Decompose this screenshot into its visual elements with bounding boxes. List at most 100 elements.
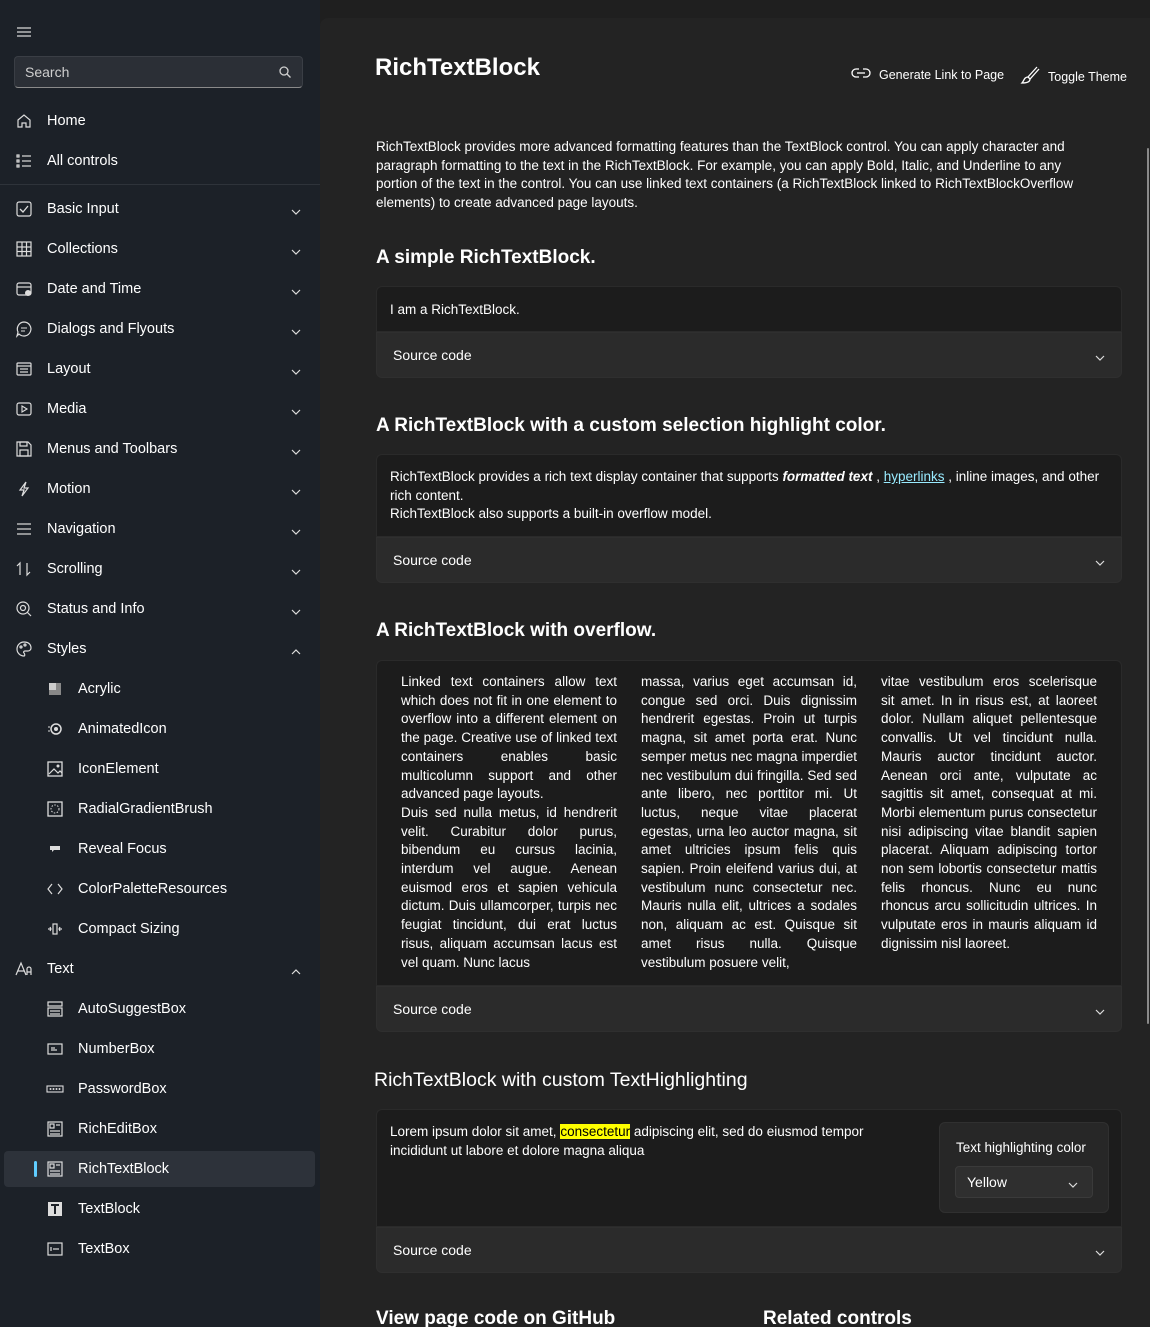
text-run: RichTextBlock also supports a built-in o… (390, 506, 712, 521)
sidebar-item-label: Dialogs and Flyouts (47, 321, 175, 337)
chevron-up-icon (291, 964, 301, 975)
selection-example-panel: RichTextBlock provides a rich text displ… (376, 454, 1122, 537)
sidebar-item-iconelement[interactable]: IconElement (4, 751, 315, 787)
sidebar-item-label: TextBox (78, 1241, 130, 1257)
sidebar-item-dialogs-and-flyouts[interactable]: Dialogs and Flyouts (4, 311, 315, 347)
sidebar-item-colorpaletteresources[interactable]: ColorPaletteResources (4, 871, 315, 907)
sidebar-item-label: All controls (47, 153, 118, 169)
hyperlink[interactable]: hyperlinks (884, 469, 945, 484)
source-code-expander[interactable]: Source code (376, 537, 1122, 583)
sidebar-item-reveal-focus[interactable]: Reveal Focus (4, 831, 315, 867)
sidebar-item-radialgradientbrush[interactable]: RadialGradientBrush (4, 791, 315, 827)
font-icon (15, 960, 33, 978)
source-code-expander[interactable]: Source code (376, 332, 1122, 378)
generate-link-button[interactable]: Generate Link to Page (851, 66, 1004, 83)
sidebar-item-menus-and-toolbars[interactable]: Menus and Toolbars (4, 431, 315, 467)
selection-richtextblock[interactable]: RichTextBlock provides a rich text displ… (390, 468, 1100, 524)
sidebar-item-basic-input[interactable]: Basic Input (4, 191, 315, 227)
sidebar-item-label: Compact Sizing (78, 921, 180, 937)
simple-richtextblock: I am a RichTextBlock. (390, 302, 520, 317)
sidebar-item-text[interactable]: Text (4, 951, 315, 987)
sidebar-divider (0, 184, 320, 185)
sidebar-item-all-controls[interactable]: All controls (4, 143, 315, 179)
chevron-down-icon (1095, 1004, 1105, 1015)
checkbox-icon (15, 200, 33, 218)
combobox-value: Yellow (967, 1174, 1007, 1190)
overflow-paragraph: Duis sed nulla metus, id hendrerit velit… (401, 804, 617, 970)
search-box[interactable]: Search (14, 56, 303, 88)
text-run: RichTextBlock provides a rich text displ… (390, 469, 783, 484)
sidebar-item-numberbox[interactable]: NumberBox (4, 1031, 315, 1067)
options-panel: Text highlighting color Yellow (939, 1122, 1109, 1213)
sidebar-item-label: Styles (47, 641, 87, 657)
sidebar-item-status-and-info[interactable]: Status and Info (4, 591, 315, 627)
sidebar-item-label: PasswordBox (78, 1081, 167, 1097)
sidebar-item-date-and-time[interactable]: Date and Time (4, 271, 315, 307)
hamburger-menu-icon[interactable] (14, 24, 34, 40)
search-input[interactable]: Search (25, 64, 278, 80)
sidebar-item-compact-sizing[interactable]: Compact Sizing (4, 911, 315, 947)
sidebar-item-animatedicon[interactable]: AnimatedIcon (4, 711, 315, 747)
sidebar-item-label: Collections (47, 241, 118, 257)
source-code-expander[interactable]: Source code (376, 986, 1122, 1032)
palette-icon (15, 640, 33, 658)
sidebar-item-textblock[interactable]: TextBlock (4, 1191, 315, 1227)
richtextblock-column: Linked text containers allow text which … (401, 673, 617, 972)
chevron-down-icon (1068, 1177, 1078, 1188)
simple-example-panel: I am a RichTextBlock. (376, 286, 1122, 332)
sidebar-item-layout[interactable]: Layout (4, 351, 315, 387)
sidebar-item-motion[interactable]: Motion (4, 471, 315, 507)
compact-icon (46, 920, 64, 938)
source-code-expander[interactable]: Source code (376, 1227, 1122, 1273)
sidebar-item-label: Motion (47, 481, 91, 497)
overflow-column: vitae vestibulum eros scelerisque sit am… (881, 674, 1097, 951)
sidebar-item-label: Reveal Focus (78, 841, 167, 857)
chevron-down-icon (291, 484, 301, 495)
gradient-icon (46, 800, 64, 818)
sidebar-item-richtextblock[interactable]: RichTextBlock (4, 1151, 315, 1187)
sidebar-item-textbox[interactable]: TextBox (4, 1231, 315, 1267)
autosuggest-icon (46, 1000, 64, 1018)
sidebar-item-label: IconElement (78, 761, 159, 777)
sidebar-item-media[interactable]: Media (4, 391, 315, 427)
sidebar-item-scrolling[interactable]: Scrolling (4, 551, 315, 587)
motion-icon (15, 480, 33, 498)
richedit-icon (46, 1120, 64, 1138)
sidebar-item-label: Layout (47, 361, 91, 377)
status-icon (15, 600, 33, 618)
focus-icon (46, 840, 64, 858)
related-controls-heading: Related controls (763, 1308, 912, 1327)
sidebar-item-autosuggestbox[interactable]: AutoSuggestBox (4, 991, 315, 1027)
list-icon (15, 152, 33, 170)
overflow-example-panel: Linked text containers allow text which … (376, 660, 1122, 986)
sidebar-item-acrylic[interactable]: Acrylic (4, 671, 315, 707)
sidebar-item-label: Scrolling (47, 561, 103, 577)
source-code-label: Source code (393, 1001, 472, 1017)
sidebar-item-styles[interactable]: Styles (4, 631, 315, 667)
section-title-selection: A RichTextBlock with a custom selection … (376, 415, 886, 436)
layout-icon (15, 360, 33, 378)
sidebar-item-label: Date and Time (47, 281, 142, 297)
chevron-down-icon (291, 244, 301, 255)
source-code-label: Source code (393, 1242, 472, 1258)
sidebar-item-navigation[interactable]: Navigation (4, 511, 315, 547)
search-icon[interactable] (278, 65, 292, 79)
toggle-theme-button[interactable]: Toggle Theme (1020, 66, 1127, 87)
vertical-scrollbar[interactable] (1147, 148, 1149, 1024)
chevron-down-icon (1095, 555, 1105, 566)
highlight-color-combobox[interactable]: Yellow (955, 1166, 1093, 1198)
sidebar-item-home[interactable]: Home (4, 103, 315, 139)
section-title-highlighting: RichTextBlock with custom TextHighlighti… (374, 1069, 748, 1091)
text-run: Lorem ipsum dolor sit amet, (390, 1124, 561, 1139)
sidebar-item-label: RadialGradientBrush (78, 801, 213, 817)
chevron-up-icon (291, 644, 301, 655)
section-title-simple: A simple RichTextBlock. (376, 247, 596, 268)
sidebar-item-label: AnimatedIcon (78, 721, 167, 737)
brush-icon (1020, 66, 1040, 87)
selection-indicator (34, 1161, 37, 1177)
highlighting-richtextblock: Lorem ipsum dolor sit amet, consectetur … (390, 1123, 910, 1160)
source-code-label: Source code (393, 347, 472, 363)
sidebar-item-passwordbox[interactable]: PasswordBox (4, 1071, 315, 1107)
sidebar-item-richeditbox[interactable]: RichEditBox (4, 1111, 315, 1147)
sidebar-item-collections[interactable]: Collections (4, 231, 315, 267)
